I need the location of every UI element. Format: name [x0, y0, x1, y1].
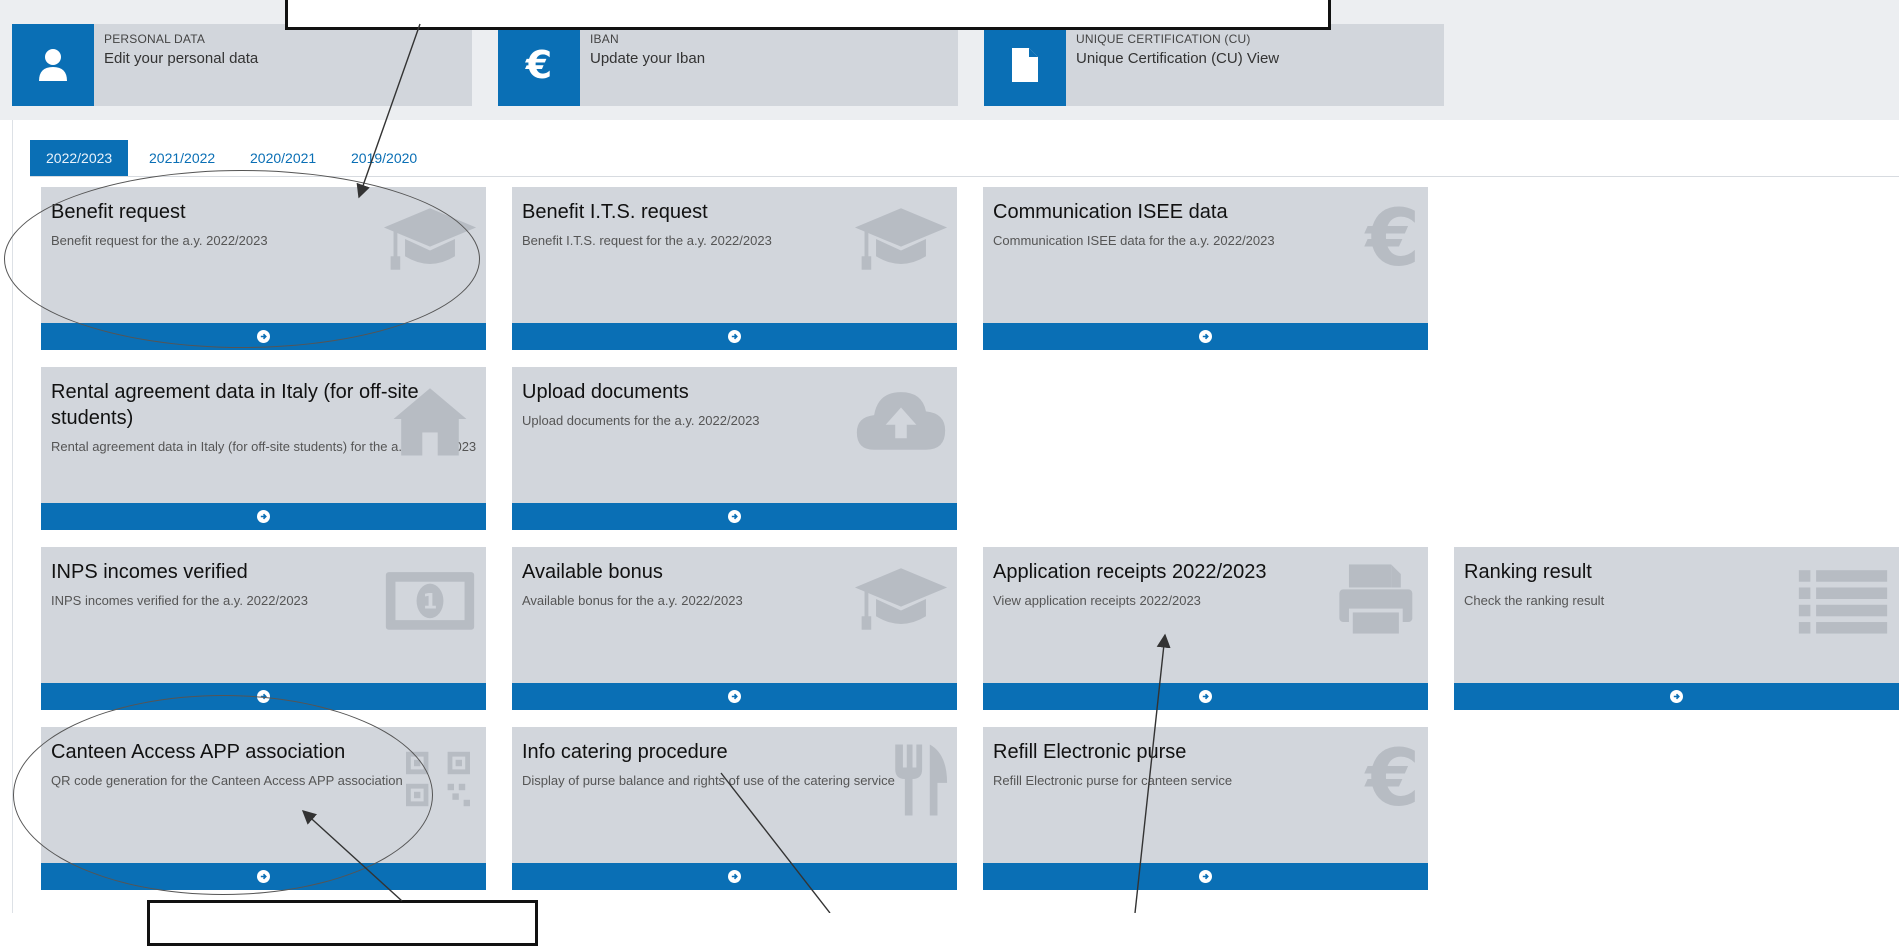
arrow-right-circle-icon	[728, 690, 741, 703]
card-application-receipts[interactable]: Application receipts 2022/2023 View appl…	[983, 547, 1428, 710]
tab-2020-2021[interactable]: 2020/2021	[250, 140, 316, 176]
tab-2021-2022[interactable]: 2021/2022	[149, 140, 215, 176]
card-canteen-access-app[interactable]: Canteen Access APP association QR code g…	[41, 727, 486, 890]
arrow-right-circle-icon	[728, 870, 741, 883]
card-upload-documents[interactable]: Upload documents Upload documents for th…	[512, 367, 957, 530]
graduation-cap-icon	[854, 208, 948, 270]
open-button[interactable]	[41, 323, 486, 350]
card-ranking-result[interactable]: Ranking result Check the ranking result	[1454, 547, 1899, 710]
open-button[interactable]	[512, 683, 957, 710]
card-info-catering-procedure[interactable]: Info catering procedure Display of purse…	[512, 727, 957, 890]
banknote-icon: 1	[385, 572, 475, 630]
arrow-right-circle-icon	[257, 690, 270, 703]
card-rental-agreement[interactable]: Rental agreement data in Italy (for off-…	[41, 367, 486, 530]
arrow-right-circle-icon	[728, 510, 741, 523]
card-inps-incomes-verified[interactable]: INPS incomes verified INPS incomes verif…	[41, 547, 486, 710]
list-icon	[1798, 570, 1888, 634]
tab-underline	[30, 176, 1899, 177]
fork-knife-icon	[895, 744, 948, 816]
arrow-right-circle-icon	[257, 510, 270, 523]
open-button[interactable]	[1454, 683, 1899, 710]
open-button[interactable]	[41, 503, 486, 530]
annotation-box	[147, 900, 538, 946]
open-button[interactable]	[983, 863, 1428, 890]
arrow-right-circle-icon	[728, 330, 741, 343]
house-icon	[393, 388, 467, 456]
document-icon	[984, 24, 1066, 106]
cloud-upload-icon	[856, 392, 946, 450]
tab-2019-2020[interactable]: 2019/2020	[351, 140, 417, 176]
user-icon	[12, 24, 94, 106]
card-benefit-request[interactable]: Benefit request Benefit request for the …	[41, 187, 486, 350]
quick-link-key: UNIQUE CERTIFICATION (CU)	[1076, 32, 1251, 46]
euro-icon: €	[498, 24, 580, 106]
quick-link-value: Edit your personal data	[104, 50, 259, 67]
quick-link-value: Update your Iban	[590, 50, 706, 67]
euro-icon: €	[1365, 734, 1420, 824]
card-refill-electronic-purse[interactable]: Refill Electronic purse Refill Electroni…	[983, 727, 1428, 890]
qr-code-icon	[406, 751, 470, 807]
arrow-right-circle-icon	[1199, 330, 1212, 343]
open-button[interactable]	[512, 323, 957, 350]
open-button[interactable]	[41, 863, 486, 890]
card-available-bonus[interactable]: Available bonus Available bonus for the …	[512, 547, 957, 710]
quick-link-key: PERSONAL DATA	[104, 32, 206, 46]
arrow-right-circle-icon	[1670, 690, 1683, 703]
quick-link-iban[interactable]: € IBAN Update your Iban	[498, 24, 958, 106]
quick-link-unique-certification[interactable]: UNIQUE CERTIFICATION (CU) Unique Certifi…	[984, 24, 1444, 106]
tab-2022-2023[interactable]: 2022/2023	[30, 140, 129, 176]
arrow-right-circle-icon	[257, 870, 270, 883]
quick-link-key: IBAN	[590, 32, 619, 46]
card-title: Canteen Access APP association	[51, 741, 346, 763]
open-button[interactable]	[512, 503, 957, 530]
card-benefit-its-request[interactable]: Benefit I.T.S. request Benefit I.T.S. re…	[512, 187, 957, 350]
euro-icon: €	[1365, 194, 1420, 284]
quick-link-personal-data[interactable]: PERSONAL DATA Edit your personal data	[12, 24, 472, 106]
open-button[interactable]	[983, 683, 1428, 710]
card-communication-isee-data[interactable]: Communication ISEE data Communication IS…	[983, 187, 1428, 350]
open-button[interactable]	[983, 323, 1428, 350]
open-button[interactable]	[41, 683, 486, 710]
annotation-box	[285, 0, 1331, 30]
graduation-cap-icon	[854, 568, 948, 630]
quick-link-value: Unique Certification (CU) View	[1076, 50, 1280, 67]
graduation-cap-icon	[383, 208, 477, 270]
open-button[interactable]	[512, 863, 957, 890]
printer-icon	[1339, 564, 1413, 638]
arrow-right-circle-icon	[1199, 690, 1212, 703]
arrow-right-circle-icon	[1199, 870, 1212, 883]
svg-text:1: 1	[423, 589, 438, 614]
arrow-right-circle-icon	[257, 330, 270, 343]
